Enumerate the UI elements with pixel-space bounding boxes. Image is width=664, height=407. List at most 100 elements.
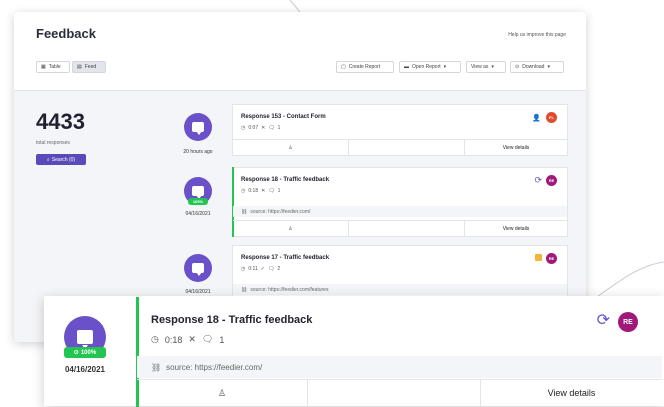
chevron-down-icon: ▾ — [547, 64, 550, 70]
source-url: source: https://feedier.com/ — [250, 208, 311, 215]
add-user-button[interactable]: ♙ — [233, 221, 349, 236]
response-source: ⛓ source: https://feedier.com/features — [233, 284, 567, 295]
completion-value: 100% — [80, 349, 97, 356]
search-icon: ⌕ — [46, 156, 50, 163]
help-link[interactable]: Help us improve this page — [508, 32, 566, 38]
source-url: source: https://feedier.com/ — [166, 362, 263, 372]
comment-count: 1 — [277, 125, 281, 131]
blank-action — [349, 221, 465, 236]
user-badge: RE — [546, 175, 557, 186]
cross-icon: ✕ — [261, 125, 266, 131]
user-badge: FL — [546, 112, 557, 123]
comment-count: 1 — [219, 334, 225, 345]
comment-icon: 🗨 — [268, 125, 275, 131]
comment-icon: 🗨 — [201, 334, 214, 344]
check-icon: ✓ — [260, 266, 265, 272]
chat-bubble-icon — [76, 329, 94, 350]
add-user-icon: ♙ — [217, 387, 227, 398]
view-as-button[interactable]: View as ▾ — [466, 61, 506, 73]
view-as-label: View as — [471, 64, 489, 70]
link-icon: ⛓ — [241, 208, 248, 215]
feedback-panel: Feedback Help us improve this page ▦ Tabl… — [14, 12, 586, 342]
response-meta: ◷ 0:18 ✕ 🗨 1 — [151, 334, 224, 345]
link-icon: ⛓ — [151, 362, 162, 372]
blank-action — [349, 140, 465, 155]
clock-icon: ◷ — [151, 334, 159, 344]
response-meta: ◷ 0:07 ✕ 🗨 1 — [241, 125, 280, 131]
download-button[interactable]: ⊙ Download ▾ — [510, 61, 564, 73]
check-circle-icon: ⊙ — [73, 350, 79, 356]
sync-icon[interactable]: ⟳ — [597, 310, 610, 330]
response-source: ⛓ source: https://feedier.com/ — [137, 356, 662, 378]
response-date: 04/16/2021 — [64, 365, 106, 374]
view-details-button[interactable]: View details — [465, 221, 567, 236]
folder-icon: ▬ — [404, 64, 409, 70]
total-responses-label: total responses — [36, 140, 70, 146]
add-user-button[interactable]: ♙ — [137, 380, 308, 406]
response-avatar — [184, 254, 212, 282]
chevron-down-icon: ▾ — [491, 64, 494, 70]
open-report-button[interactable]: ▬ Open Report ▾ — [399, 61, 461, 73]
panel-header: Feedback Help us improve this page ▦ Tabl… — [14, 12, 586, 91]
response-duration: 0:18 — [164, 334, 183, 345]
create-report-button[interactable]: ▢ Create Report — [336, 61, 394, 73]
chevron-down-icon: ▾ — [443, 64, 447, 70]
add-user-icon: ♙ — [288, 144, 293, 151]
download-icon: ⊙ — [515, 64, 520, 70]
add-user-button[interactable]: ♙ — [233, 140, 349, 155]
feed-view-button[interactable]: ▤ Feed — [72, 61, 106, 73]
table-view-button[interactable]: ▦ Table — [36, 61, 70, 73]
response-title: Response 18 - Traffic feedback — [241, 177, 330, 183]
table-icon: ▦ — [41, 64, 46, 70]
response-title: Response 18 - Traffic feedback — [151, 314, 313, 326]
feed-icon: ▤ — [77, 64, 82, 70]
response-meta: ◷ 0:18 ✕ 🗨 1 — [241, 188, 280, 194]
response-date: 04/16/2021 — [185, 211, 211, 217]
tag-icon[interactable] — [535, 254, 542, 261]
view-details-button[interactable]: View details — [481, 380, 662, 406]
response-card[interactable]: Response 153 - Contact Form ◷ 0:07 ✕ 🗨 1 👤… — [232, 104, 568, 156]
zoomed-response-card: ⊙ 100% 04/16/2021 Response 18 - Traffic f… — [44, 296, 664, 407]
response-card[interactable]: Response 18 - Traffic feedback ◷ 0:18 ✕ 🗨… — [232, 167, 568, 237]
view-details-button[interactable]: View details — [465, 140, 567, 155]
search-button[interactable]: ⌕ Search (0) — [36, 154, 86, 165]
completion-badge: 100% — [188, 198, 208, 205]
response-card[interactable]: Response 18 - Traffic feedback ◷ 0:18 ✕ 🗨… — [136, 297, 662, 407]
response-source: ⛓ source: https://feedier.com/ — [233, 206, 567, 217]
response-title: Response 17 - Traffic feedback — [241, 255, 330, 261]
source-url: source: https://feedier.com/features — [250, 286, 329, 293]
user-badge: RE — [546, 253, 557, 264]
response-meta: ◷ 0:11 ✓ 🗨 2 — [241, 266, 280, 272]
clock-icon: ◷ — [241, 125, 246, 131]
clock-icon: ◷ — [241, 266, 246, 272]
response-avatar — [184, 113, 212, 141]
feed-view-label: Feed — [84, 64, 97, 70]
document-icon: ▢ — [341, 64, 346, 70]
assign-user-icon[interactable]: 👤 — [532, 114, 541, 122]
search-label: Search (0) — [51, 156, 76, 163]
card-actions: ♙ View details — [233, 220, 567, 236]
cross-icon: ✕ — [261, 188, 266, 194]
chat-bubble-icon — [192, 122, 204, 135]
clock-icon: ◷ — [241, 188, 246, 194]
comment-count: 1 — [277, 188, 281, 194]
create-report-label: Create Report — [348, 64, 381, 70]
total-responses-count: 4433 — [36, 109, 85, 134]
response-duration: 0:11 — [248, 266, 258, 272]
completion-badge: ⊙ 100% — [64, 347, 106, 358]
chat-bubble-icon — [192, 263, 204, 276]
response-duration: 0:07 — [248, 125, 259, 131]
response-duration: 0:18 — [248, 188, 259, 194]
comment-count: 2 — [277, 266, 281, 272]
table-view-label: Table — [48, 64, 61, 70]
open-report-label: Open Report — [412, 64, 441, 70]
chat-bubble-icon — [192, 186, 204, 199]
add-user-icon: ♙ — [288, 225, 293, 232]
blank-action — [308, 380, 481, 406]
user-badge: RE — [618, 312, 638, 332]
comment-icon: 🗨 — [267, 266, 275, 272]
sync-icon[interactable]: ⟳ — [534, 175, 542, 186]
response-date: 04/16/2021 — [185, 289, 211, 295]
card-actions: ♙ View details — [233, 139, 567, 155]
response-title: Response 153 - Contact Form — [241, 114, 326, 120]
